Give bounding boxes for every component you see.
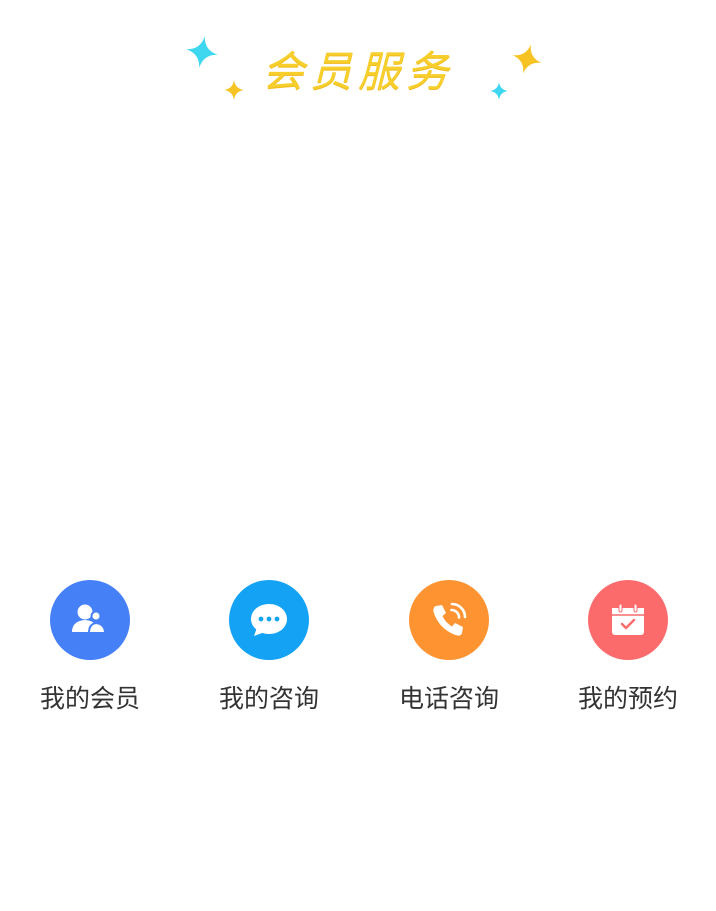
chat-bubble-icon — [251, 604, 287, 636]
service-label: 电话咨询 — [398, 684, 499, 713]
service-label: 我的会员 — [39, 684, 140, 713]
page-title: 会员服务 — [261, 47, 454, 96]
my-consultation-button[interactable]: 我的咨询 — [189, 580, 349, 720]
calendar-check-icon — [612, 603, 644, 635]
service-label: 我的预约 — [577, 684, 678, 713]
service-icon-circle — [229, 580, 309, 660]
my-membership-button[interactable]: 我的会员 — [10, 580, 170, 720]
service-icon-circle — [50, 580, 130, 660]
header: 会员服务 — [0, 0, 716, 120]
service-grid: 我的会员 我的咨询 电话咨询 我的预约 — [0, 580, 716, 720]
member-icon — [72, 604, 107, 634]
phone-call-icon — [433, 602, 467, 636]
my-appointment-button[interactable]: 我的预约 — [548, 580, 708, 720]
service-icon-circle — [588, 580, 668, 660]
service-icon-circle — [409, 580, 489, 660]
phone-consultation-button[interactable]: 电话咨询 — [369, 580, 529, 720]
service-label: 我的咨询 — [218, 684, 319, 713]
